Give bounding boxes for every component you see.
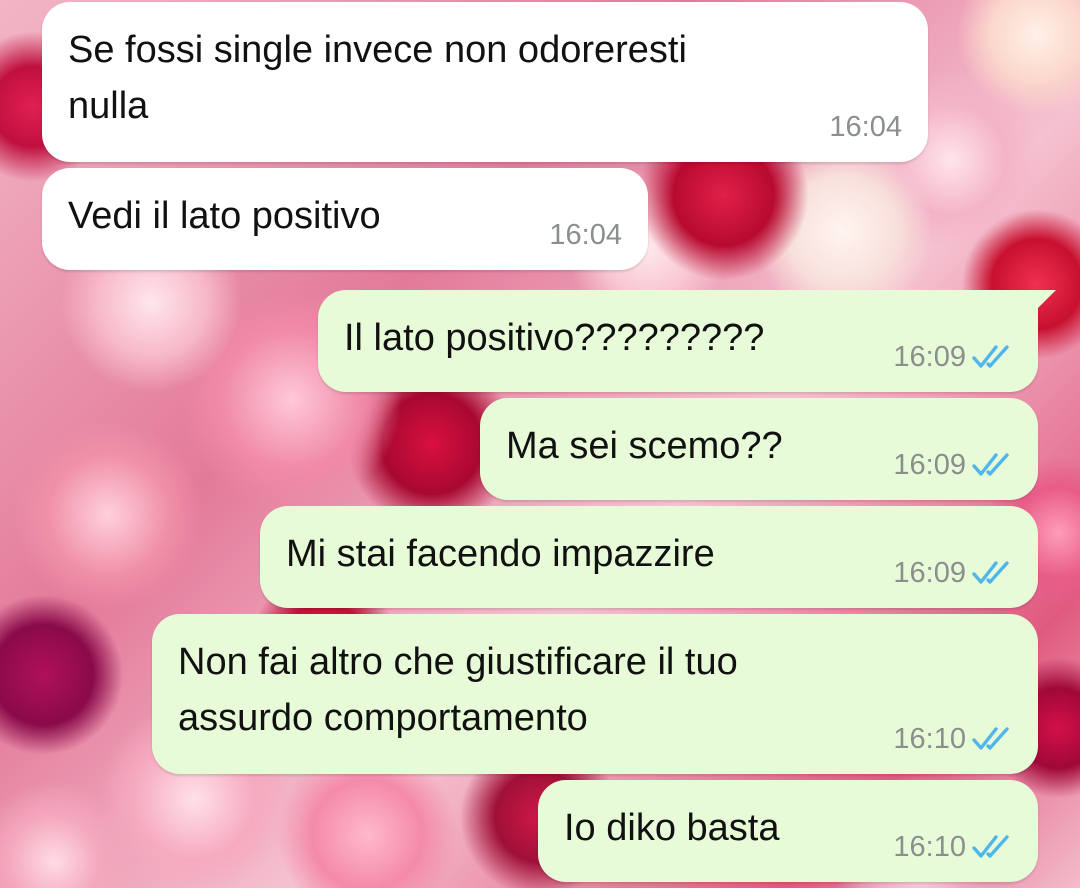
message-text: Non fai altro che giustificare il tuo as…: [178, 641, 738, 739]
outgoing-message[interactable]: Il lato positivo????????? 16:09: [318, 290, 1056, 392]
message-text: Mi stai facendo impazzire: [286, 533, 715, 575]
double-check-icon: [972, 345, 1009, 368]
message-list[interactable]: Se fossi single invece non odoreresti nu…: [0, 0, 1080, 888]
outgoing-message[interactable]: Non fai altro che giustificare il tuo as…: [152, 614, 1038, 774]
double-check-icon: [972, 727, 1009, 750]
message-timestamp: 16:04: [549, 219, 622, 251]
double-check-icon: [972, 453, 1009, 476]
message-text: Se fossi single invece non odoreresti nu…: [68, 29, 687, 127]
bubble-tail: [1034, 290, 1056, 312]
incoming-message[interactable]: Vedi il lato positivo 16:04: [42, 168, 648, 270]
outgoing-message[interactable]: Ma sei scemo?? 16:09: [480, 398, 1038, 500]
message-text: Il lato positivo?????????: [344, 317, 765, 359]
double-check-icon: [972, 835, 1009, 858]
double-check-icon: [972, 561, 1009, 584]
outgoing-message[interactable]: Mi stai facendo impazzire 16:09: [260, 506, 1038, 608]
message-timestamp: 16:04: [829, 111, 902, 143]
outgoing-message[interactable]: Io diko basta 16:10: [538, 780, 1038, 882]
message-text: Ma sei scemo??: [506, 425, 783, 467]
message-text: Io diko basta: [564, 807, 780, 849]
message-timestamp: 16:09: [893, 449, 966, 481]
message-timestamp: 16:09: [893, 557, 966, 589]
message-text: Vedi il lato positivo: [68, 195, 381, 237]
incoming-message[interactable]: Se fossi single invece non odoreresti nu…: [42, 2, 928, 162]
message-timestamp: 16:10: [893, 723, 966, 755]
message-timestamp: 16:10: [893, 831, 966, 863]
message-timestamp: 16:09: [893, 341, 966, 373]
